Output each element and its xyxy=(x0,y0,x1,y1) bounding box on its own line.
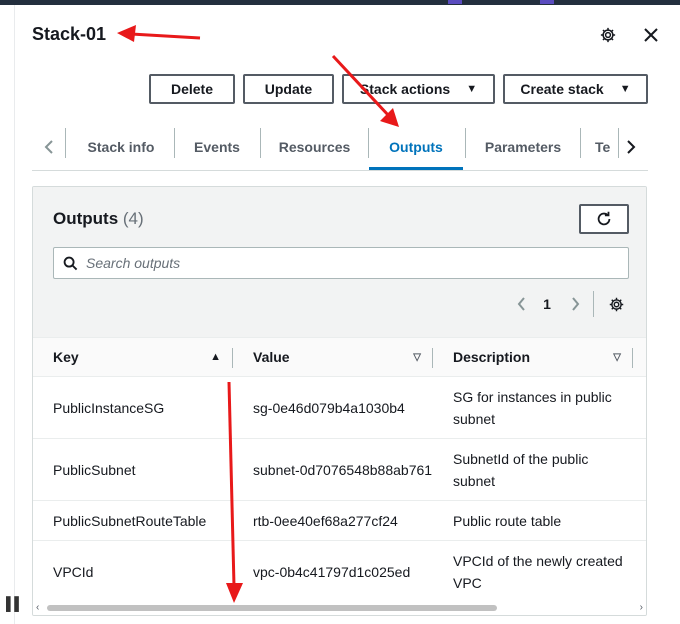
cell-description: SubnetId of the public subnet xyxy=(433,438,633,501)
tab-separator xyxy=(618,128,619,158)
cell-key: VPCId xyxy=(33,540,233,603)
create-stack-label: Create stack xyxy=(520,81,604,97)
refresh-button[interactable] xyxy=(579,204,629,234)
cell-value: sg-0e46d079b4a1030b4 xyxy=(233,376,433,439)
column-header-description[interactable]: Description ▽ xyxy=(433,338,633,377)
column-header-label: Key xyxy=(53,349,79,365)
cell-key: PublicInstanceSG xyxy=(33,376,233,439)
caret-down-icon: ▼ xyxy=(619,83,631,95)
table-row: VPCId vpc-0b4c41797d1c025ed VPCId of the… xyxy=(33,540,646,603)
create-stack-button[interactable]: Create stack ▼ xyxy=(503,74,648,104)
refresh-icon xyxy=(597,211,611,226)
update-button-label: Update xyxy=(264,81,313,97)
scroll-right-icon[interactable]: › xyxy=(640,601,643,615)
cell-overflow xyxy=(633,500,646,541)
outputs-title-text: Outputs xyxy=(53,209,119,228)
tab-label: Resources xyxy=(278,139,351,155)
stack-actions-label: Stack actions xyxy=(359,81,451,97)
page-title: Stack-01 xyxy=(32,24,107,44)
scroll-left-icon[interactable]: ‹ xyxy=(36,601,39,615)
scrollbar-thumb[interactable] xyxy=(47,605,497,611)
column-header-value[interactable]: Value ▽ xyxy=(233,338,433,377)
cell-description: VPCId of the newly created VPC xyxy=(433,540,633,603)
search-icon xyxy=(54,256,86,271)
table-header-row: Key ▲ Value ▽ Description ▽ xyxy=(33,338,646,377)
pagination-separator xyxy=(593,291,594,317)
cell-value: vpc-0b4c41797d1c025ed xyxy=(233,540,433,603)
search-input-wrapper[interactable] xyxy=(53,247,629,279)
tab-separator xyxy=(580,128,581,158)
cell-description: SG for instances in public subnet xyxy=(433,376,633,439)
sort-icon: ▽ xyxy=(613,351,621,363)
sort-icon: ▽ xyxy=(413,351,421,363)
pagination-page-number[interactable]: 1 xyxy=(537,291,557,317)
tab-parameters[interactable]: Parameters xyxy=(466,124,580,170)
outputs-count: (4) xyxy=(122,209,144,228)
cell-key: PublicSubnetRouteTable xyxy=(33,500,233,541)
tab-events[interactable]: Events xyxy=(175,124,259,170)
chevron-right-icon[interactable] xyxy=(620,124,642,170)
column-header-overflow xyxy=(633,338,646,377)
top-strip-marker xyxy=(448,0,462,4)
pause-icon[interactable]: ▌▌ xyxy=(6,596,23,611)
cell-key: PublicSubnet xyxy=(33,438,233,501)
cell-value: rtb-0ee40ef68a277cf24 xyxy=(233,500,433,541)
gear-icon[interactable] xyxy=(597,24,619,46)
table-row: PublicSubnet subnet-0d7076548b88ab761 Su… xyxy=(33,438,646,501)
table-row: PublicSubnetRouteTable rtb-0ee40ef68a277… xyxy=(33,500,646,541)
cell-overflow xyxy=(633,438,646,501)
tab-label: Te xyxy=(595,139,611,155)
column-header-label: Value xyxy=(253,349,290,365)
stack-actions-button[interactable]: Stack actions ▼ xyxy=(342,74,495,104)
delete-button[interactable]: Delete xyxy=(149,74,235,104)
pagination-prev-icon[interactable] xyxy=(511,291,531,317)
update-button[interactable]: Update xyxy=(243,74,334,104)
outputs-table: Key ▲ Value ▽ Description ▽ PublicInstan… xyxy=(33,338,646,603)
outputs-header: Outputs (4) 1 xyxy=(33,187,646,338)
cell-description: Public route table xyxy=(433,500,633,541)
gear-icon[interactable] xyxy=(605,291,627,317)
tab-stack-info[interactable]: Stack info xyxy=(66,124,176,170)
table-row: PublicInstanceSG sg-0e46d079b4a1030b4 SG… xyxy=(33,376,646,439)
tab-label: Parameters xyxy=(484,139,562,155)
cell-overflow xyxy=(633,540,646,603)
tab-template[interactable]: Te xyxy=(595,124,620,170)
search-input[interactable] xyxy=(86,249,606,277)
tab-outputs[interactable]: Outputs xyxy=(369,124,463,170)
horizontal-scrollbar[interactable]: ‹ › xyxy=(33,601,646,615)
cell-overflow xyxy=(633,376,646,439)
outputs-title: Outputs (4) xyxy=(53,209,144,229)
tab-label: Outputs xyxy=(389,139,443,155)
outputs-container: Outputs (4) 1 xyxy=(32,186,647,616)
tab-label: Events xyxy=(194,139,240,155)
chevron-left-icon[interactable] xyxy=(38,124,60,170)
tab-label: Stack info xyxy=(87,139,155,155)
column-header-key[interactable]: Key ▲ xyxy=(33,338,233,377)
cell-value: subnet-0d7076548b88ab761 xyxy=(233,438,433,501)
column-header-label: Description xyxy=(453,349,531,365)
sort-ascending-icon: ▲ xyxy=(210,351,221,363)
tab-resources[interactable]: Resources xyxy=(261,124,368,170)
pagination-next-icon[interactable] xyxy=(565,291,585,317)
tab-bar: Stack info Events Resources Outputs Para… xyxy=(32,124,648,171)
close-icon[interactable] xyxy=(640,24,662,46)
top-strip-marker xyxy=(540,0,554,4)
delete-button-label: Delete xyxy=(170,81,214,97)
caret-down-icon: ▼ xyxy=(466,83,478,95)
